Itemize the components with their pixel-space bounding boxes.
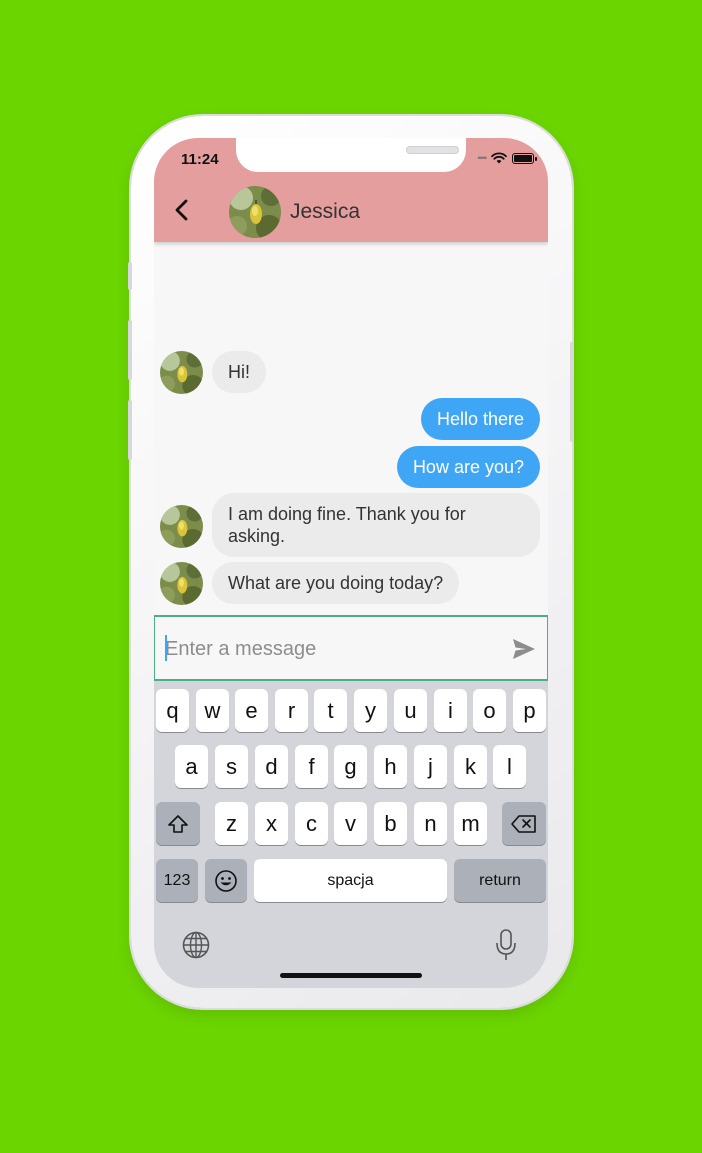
- contact-avatar: [160, 351, 203, 394]
- key[interactable]: x: [255, 802, 288, 845]
- incoming-message: What are you doing today?: [212, 562, 460, 604]
- shift-icon: [168, 814, 188, 833]
- power-button: [570, 342, 574, 442]
- key[interactable]: q: [156, 689, 189, 732]
- key[interactable]: c: [295, 802, 328, 845]
- key[interactable]: n: [414, 802, 447, 845]
- key[interactable]: p: [513, 689, 546, 732]
- signal-icon: ••••: [477, 153, 487, 163]
- key[interactable]: m: [454, 802, 487, 845]
- on-screen-keyboard: q w e r t y u i o p a s d f g h j k l z …: [154, 681, 548, 988]
- key[interactable]: h: [374, 745, 407, 788]
- key[interactable]: s: [215, 745, 248, 788]
- battery-icon: [512, 152, 537, 164]
- globe-icon[interactable]: [181, 930, 211, 960]
- send-icon[interactable]: [511, 637, 537, 661]
- key[interactable]: k: [454, 745, 487, 788]
- incoming-message: Hi!: [212, 351, 266, 393]
- outgoing-message: Hello there: [420, 398, 540, 440]
- text-caret: [165, 635, 167, 661]
- contact-avatar: [160, 562, 203, 605]
- key[interactable]: y: [354, 689, 387, 732]
- status-icons: ••••: [477, 152, 537, 164]
- outgoing-message: How are you?: [396, 446, 540, 488]
- numbers-key[interactable]: 123: [156, 859, 198, 902]
- contact-avatar[interactable]: [229, 186, 281, 238]
- key[interactable]: j: [414, 745, 447, 788]
- phone-screen: 11:24 •••• Jessica Hi! Hello there How a…: [154, 138, 548, 988]
- key[interactable]: w: [196, 689, 229, 732]
- microphone-icon[interactable]: [494, 928, 518, 962]
- key[interactable]: r: [275, 689, 308, 732]
- chat-header: 11:24 •••• Jessica: [154, 138, 548, 242]
- shift-key[interactable]: [156, 802, 200, 845]
- key[interactable]: t: [314, 689, 347, 732]
- wifi-icon: [491, 152, 507, 164]
- back-chevron-icon[interactable]: [170, 198, 194, 222]
- return-key[interactable]: return: [454, 859, 546, 902]
- key[interactable]: a: [175, 745, 208, 788]
- key[interactable]: b: [374, 802, 407, 845]
- key[interactable]: f: [295, 745, 328, 788]
- mute-switch: [128, 262, 132, 290]
- home-indicator: [280, 973, 422, 978]
- key[interactable]: g: [334, 745, 367, 788]
- contact-avatar: [160, 505, 203, 548]
- message-input[interactable]: [165, 633, 495, 665]
- speaker: [406, 146, 459, 154]
- incoming-message: I am doing fine. Thank you for asking.: [212, 493, 540, 557]
- key[interactable]: v: [334, 802, 367, 845]
- status-time: 11:24: [181, 151, 219, 168]
- key[interactable]: e: [235, 689, 268, 732]
- volume-down-button: [128, 400, 132, 460]
- emoji-icon: [215, 869, 237, 892]
- space-key[interactable]: spacja: [254, 859, 447, 902]
- key[interactable]: o: [473, 689, 506, 732]
- key[interactable]: i: [434, 689, 467, 732]
- notch: [236, 138, 466, 172]
- backspace-icon: [511, 814, 536, 833]
- emoji-key[interactable]: [205, 859, 247, 902]
- contact-name: Jessica: [290, 200, 361, 223]
- key[interactable]: z: [215, 802, 248, 845]
- key[interactable]: u: [394, 689, 427, 732]
- key[interactable]: d: [255, 745, 288, 788]
- message-composer: [154, 615, 548, 681]
- key[interactable]: l: [493, 745, 526, 788]
- backspace-key[interactable]: [502, 802, 546, 845]
- volume-up-button: [128, 320, 132, 380]
